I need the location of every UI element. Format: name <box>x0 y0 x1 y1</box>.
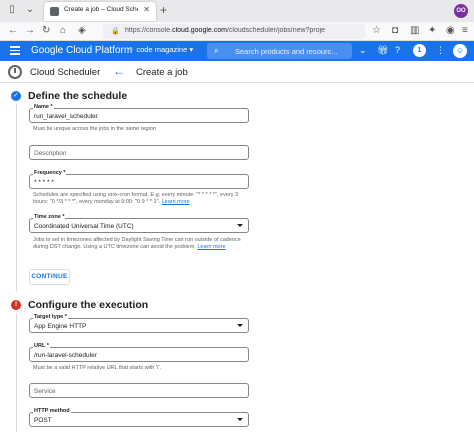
gcp-header: Google Cloud Platform ⁘ code magazine ▾ … <box>0 41 474 61</box>
reload-icon[interactable]: ↻ <box>42 25 50 37</box>
frequency-field[interactable]: Frequency * * * * * * <box>29 170 249 189</box>
search-chevron-icon[interactable]: ⌄ <box>359 45 367 56</box>
bookmark-star-icon[interactable]: ☆ <box>372 25 381 37</box>
step-connector <box>15 313 17 432</box>
continue-button[interactable]: CONTINUE <box>29 269 70 285</box>
target-type-select[interactable]: Target type * App Engine HTTP <box>29 314 249 333</box>
forward-icon[interactable]: → <box>25 25 35 37</box>
url-bar[interactable]: 🔒 https://console.cloud.google.com/cloud… <box>103 24 365 39</box>
step-connector <box>15 104 17 292</box>
frequency-field-value: * * * * * <box>34 179 54 186</box>
timezone-hint: Jobs in set in timezones affected by Day… <box>33 237 243 251</box>
extensions-icon[interactable]: ✦ <box>428 25 436 37</box>
error-icon: ! <box>11 300 21 310</box>
timezone-value: Coordinated Universal Time (UTC) <box>34 223 134 230</box>
hamburger-menu-icon[interactable] <box>10 46 20 55</box>
search-icon: ⌕ <box>214 45 220 55</box>
new-tab-icon[interactable]: + <box>160 3 167 17</box>
service-subheader: Cloud Scheduler ← Create a job <box>0 61 474 83</box>
lock-icon: 🔒 <box>111 28 120 35</box>
name-field-value: run_laravel_scheduler <box>34 113 98 120</box>
name-hint: Must be unique across the jobs in the sa… <box>33 126 156 132</box>
name-field-label: Name * <box>33 104 54 110</box>
tab-title: Create a job – Cloud Scheduler <box>64 6 138 13</box>
frequency-field-label: Frequency * <box>33 170 67 176</box>
timezone-learn-more-link[interactable]: Learn more <box>197 244 225 250</box>
frequency-learn-more-link[interactable]: Learn more <box>162 199 190 205</box>
home-icon[interactable]: ⌂ <box>60 25 66 37</box>
browser-tab-bar: ▯ ⌄ Create a job – Cloud Scheduler ✕ + O… <box>0 0 474 22</box>
page-title: Create a job <box>136 67 188 78</box>
shield-icon[interactable]: ◈ <box>78 25 86 37</box>
url-field-value: /run-laravel-scheduler <box>34 352 97 359</box>
gift-icon[interactable]: 🎁︎ <box>377 45 388 56</box>
dropdown-arrow-icon <box>237 224 243 227</box>
dropdown-arrow-icon <box>237 324 243 327</box>
tab-list-icon[interactable]: ⌄ <box>24 4 36 16</box>
pocket-icon[interactable]: ◘ <box>392 25 398 37</box>
notifications-badge[interactable]: 1 <box>413 44 426 57</box>
browser-nav-bar: ← → ↻ ⌂ ◈ 🔒 https://console.cloud.google… <box>0 22 474 41</box>
timezone-select[interactable]: Time zone * Coordinated Universal Time (… <box>29 214 249 233</box>
service-field[interactable]: Service <box>29 383 249 398</box>
frequency-hint: Schedules are specified using unix-cron … <box>33 192 243 206</box>
cloud-scheduler-logo-icon <box>8 65 22 79</box>
back-arrow-icon[interactable]: ← <box>113 64 125 78</box>
avatar[interactable]: ☺ <box>453 44 467 58</box>
url-field-label: URL * <box>33 343 50 349</box>
cloud-scheduler-favicon-icon <box>50 7 59 16</box>
check-icon: ✓ <box>11 91 21 101</box>
target-type-value: App Engine HTTP <box>34 323 87 330</box>
http-method-value: POST <box>34 417 52 424</box>
project-selector[interactable]: ⁘ code magazine ▾ <box>128 45 193 54</box>
url-text: https://console.cloud.google.com/cloudsc… <box>125 27 326 34</box>
account-icon[interactable]: ◉ <box>446 25 455 37</box>
search-placeholder: Search products and resourc... <box>235 47 338 56</box>
gcp-brand[interactable]: Google Cloud Platform <box>31 45 132 56</box>
back-icon[interactable]: ← <box>8 25 18 37</box>
menu-icon[interactable]: ≡ <box>462 25 468 37</box>
url-field[interactable]: URL * /run-laravel-scheduler <box>29 343 249 362</box>
timezone-label: Time zone * <box>33 214 66 220</box>
project-name: code magazine <box>136 45 188 54</box>
help-icon[interactable]: ? <box>395 45 400 56</box>
http-method-label: HTTP method <box>33 408 71 414</box>
step-1-title[interactable]: Define the schedule <box>28 90 127 102</box>
frequency-hint-text: Schedules are specified using unix-cron … <box>33 192 239 205</box>
service-name: Cloud Scheduler <box>30 67 101 78</box>
description-placeholder: Description <box>34 150 67 157</box>
sidebar-toggle-icon[interactable]: ▯ <box>6 4 18 16</box>
name-field[interactable]: Name * run_laravel_scheduler <box>29 104 249 123</box>
dropdown-arrow-icon <box>237 418 243 421</box>
browser-tab[interactable]: Create a job – Cloud Scheduler ✕ <box>44 2 156 21</box>
service-placeholder: Service <box>34 388 56 395</box>
search-input[interactable]: ⌕ Search products and resourc... <box>207 43 352 59</box>
profile-avatar[interactable]: OO <box>454 4 468 18</box>
close-icon[interactable]: ✕ <box>143 5 150 14</box>
step-2-title[interactable]: Configure the execution <box>28 299 148 311</box>
url-hint: Must be a valid HTTP relative URL that s… <box>33 365 162 371</box>
more-vert-icon[interactable]: ⋮ <box>436 45 445 56</box>
library-icon[interactable]: ▥ <box>410 25 419 37</box>
http-method-select[interactable]: HTTP method POST <box>29 408 249 427</box>
target-type-label: Target type * <box>33 314 68 320</box>
description-field[interactable]: Description <box>29 145 249 160</box>
